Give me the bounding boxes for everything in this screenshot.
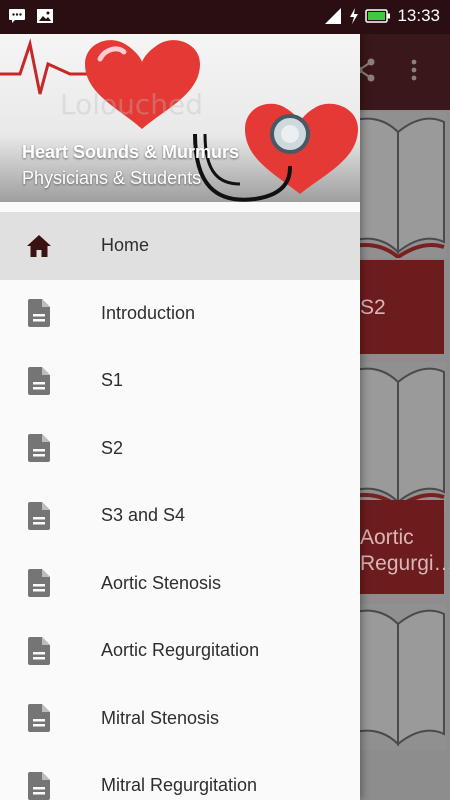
drawer-item-s1[interactable]: S1 — [0, 347, 360, 415]
topic-card-label: Regurgi… — [360, 552, 450, 575]
drawer-item-s3-s4[interactable]: S3 and S4 — [0, 482, 360, 550]
book-image — [348, 112, 446, 258]
drawer-item-label: Mitral Regurgitation — [101, 775, 258, 796]
drawer-item-mitral-stenosis[interactable]: Mitral Stenosis — [0, 685, 360, 753]
document-icon — [26, 703, 52, 733]
drawer-item-label: S2 — [101, 437, 124, 458]
drawer-subtitle: Physicians & Students — [22, 168, 202, 188]
status-bar: 13:33 — [0, 0, 450, 34]
drawer-title: Heart Sounds & Murmurs — [22, 142, 240, 162]
drawer-item-s2[interactable]: S2 — [0, 415, 360, 483]
drawer-item-aortic-regurgitation[interactable]: Aortic Regurgitation — [0, 617, 360, 685]
navigation-drawer: Lolouched Heart Sounds & Murmurs Physici… — [0, 34, 360, 800]
image-icon — [36, 8, 54, 24]
document-icon — [26, 501, 52, 531]
battery-icon — [365, 8, 391, 24]
book-image — [348, 362, 446, 508]
charging-icon — [349, 7, 359, 25]
document-icon — [26, 568, 52, 598]
document-icon — [26, 636, 52, 666]
signal-icon — [323, 7, 343, 25]
document-icon — [26, 366, 52, 396]
home-icon — [26, 231, 52, 261]
status-time: 13:33 — [397, 6, 440, 25]
svg-text:Lolouched: Lolouched — [60, 88, 203, 121]
topic-card[interactable]: S2 — [348, 260, 444, 354]
drawer-item-label: Aortic Stenosis — [101, 572, 222, 593]
drawer-item-label: Aortic Regurgitation — [101, 640, 260, 661]
drawer-item-label: Introduction — [101, 302, 196, 323]
message-icon — [8, 8, 26, 24]
topic-card[interactable]: Aortic Regurgi… — [348, 500, 450, 594]
document-icon — [26, 298, 52, 328]
drawer-menu: Home Introduction S1 S2 S3 and S4 Aortic… — [0, 212, 360, 800]
topic-card-label: Aortic — [360, 526, 414, 549]
drawer-item-label: Home — [101, 235, 150, 256]
more-vert-icon[interactable] — [410, 58, 418, 87]
drawer-item-home[interactable]: Home — [0, 212, 360, 280]
drawer-item-label: Mitral Stenosis — [101, 707, 220, 728]
drawer-item-label: S3 and S4 — [101, 505, 186, 526]
document-icon — [26, 771, 52, 800]
drawer-item-aortic-stenosis[interactable]: Aortic Stenosis — [0, 550, 360, 618]
drawer-item-label: S1 — [101, 370, 124, 391]
drawer-item-mitral-regurgitation[interactable]: Mitral Regurgitation — [0, 752, 360, 800]
book-image — [348, 604, 446, 750]
drawer-item-introduction[interactable]: Introduction — [0, 280, 360, 348]
drawer-header: Lolouched Heart Sounds & Murmurs Physici… — [0, 34, 360, 202]
document-icon — [26, 433, 52, 463]
topic-card-label: S2 — [360, 296, 386, 319]
